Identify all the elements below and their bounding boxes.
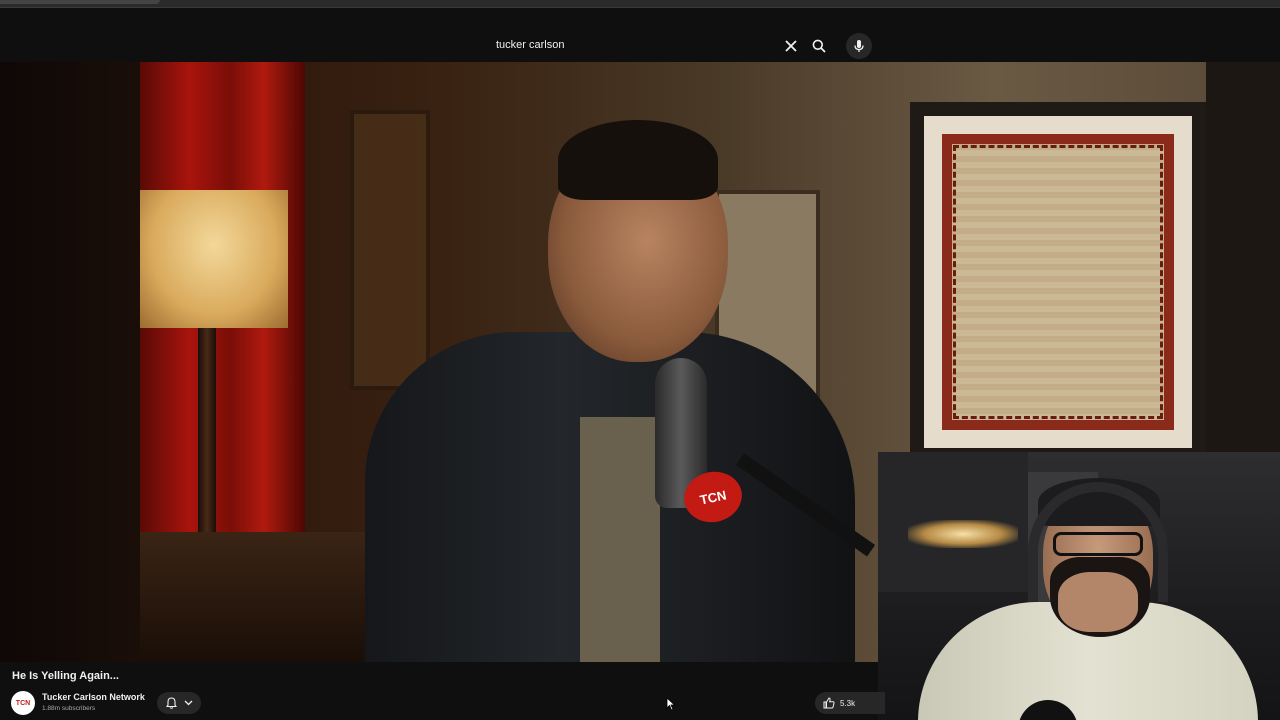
channel-name[interactable]: Tucker Carlson Network xyxy=(42,692,145,702)
video-letterbox-left xyxy=(0,62,140,662)
video-info-bar xyxy=(0,662,878,720)
browser-tab-strip xyxy=(0,0,1280,8)
like-count: 5.3k xyxy=(840,698,856,708)
video-title: He Is Yelling Again... xyxy=(12,670,119,682)
under-cabinet-light xyxy=(908,520,1018,548)
speaker-shirt xyxy=(580,417,660,662)
bell-icon xyxy=(165,697,177,709)
search-input[interactable] xyxy=(487,26,807,64)
framed-tapestry xyxy=(910,102,1206,462)
streamer-glasses xyxy=(1053,532,1143,556)
voice-search-button[interactable] xyxy=(846,33,872,59)
close-icon xyxy=(785,40,797,52)
thumbs-up-icon xyxy=(823,697,835,709)
video-letterbox-right xyxy=(1206,62,1280,452)
like-button[interactable]: 5.3k xyxy=(815,692,885,714)
search-icon xyxy=(812,39,826,53)
speaker-hair xyxy=(558,120,718,200)
subscriber-count: 1.88m subscribers xyxy=(42,705,96,712)
channel-avatar[interactable]: TCN xyxy=(11,691,35,715)
notification-subscribe-button[interactable] xyxy=(157,692,201,714)
search-button[interactable] xyxy=(808,35,830,57)
mouse-cursor-icon xyxy=(666,697,676,711)
channel-avatar-logo: TCN xyxy=(15,699,31,707)
lamp-base xyxy=(198,328,216,538)
lamp-shade xyxy=(140,190,288,328)
wall-frame xyxy=(350,110,430,390)
microphone-icon xyxy=(854,40,864,52)
chevron-down-icon xyxy=(184,700,192,706)
clear-search-button[interactable] xyxy=(781,36,801,56)
streamer-hand xyxy=(1058,572,1138,632)
webcam-overlay xyxy=(878,452,1280,720)
